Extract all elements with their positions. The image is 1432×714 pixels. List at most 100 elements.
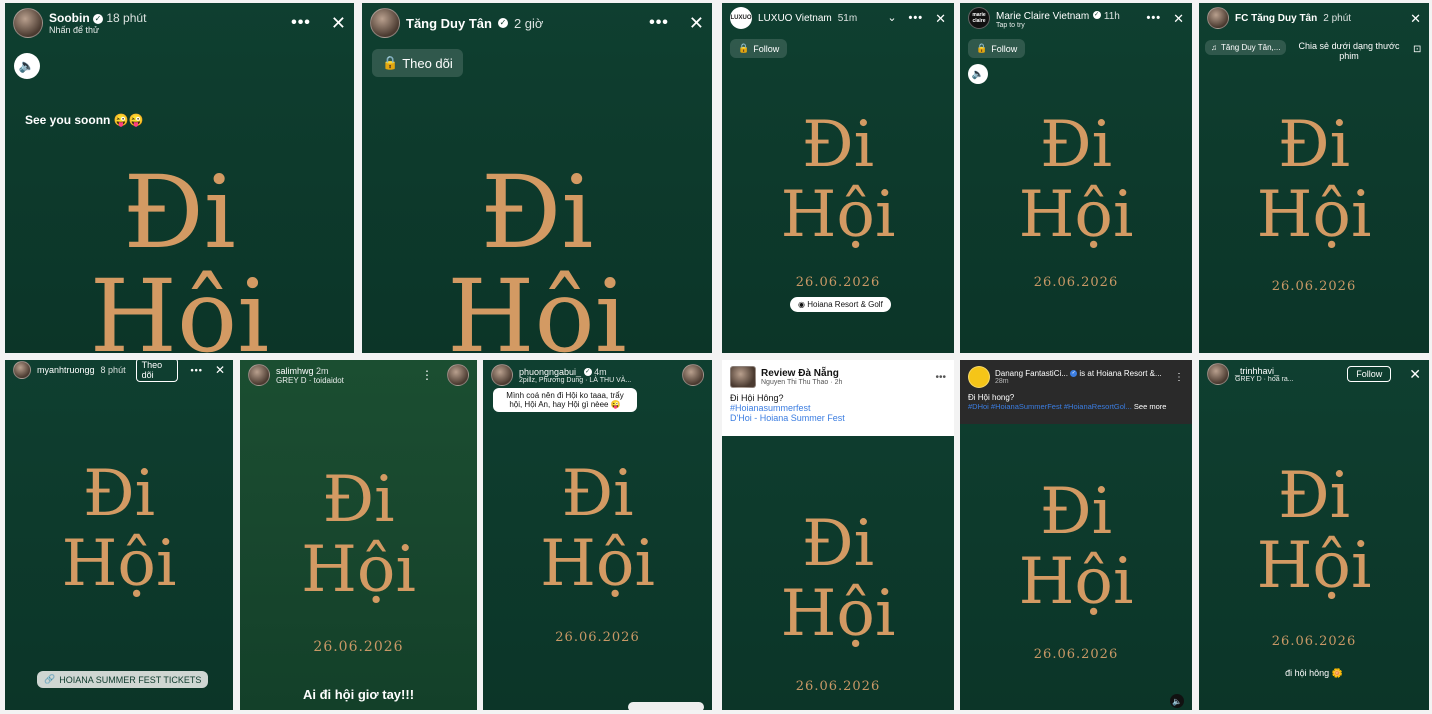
story-fc-tang-duy-tan[interactable]: FC Tăng Duy Tân 2 phút ✕ ♫ Tăng Duy Tân,.… xyxy=(1199,3,1429,353)
avatar[interactable] xyxy=(491,364,513,386)
sound-icon[interactable]: 🔈 xyxy=(968,64,988,84)
story-author[interactable]: _trinhhavi_ xyxy=(1235,366,1294,376)
ticket-link-sticker[interactable]: 🔗 HOIANA SUMMER FEST TICKETS xyxy=(37,671,209,688)
next-story-avatar[interactable] xyxy=(682,364,704,386)
story-luxuo[interactable]: LUXUO LUXUO Vietnam 51m ⌄ ••• ✕ 🔒 Follow … xyxy=(722,3,954,353)
more-icon[interactable]: ••• xyxy=(649,15,669,31)
story-soobin[interactable]: Soobin ✓ 18 phút Nhấn để thử ••• ✕ 🔈 See… xyxy=(5,3,354,353)
follow-button[interactable]: Follow xyxy=(1347,366,1392,382)
follow-label: Follow xyxy=(991,43,1018,54)
post-author[interactable]: Review Đà Nẵng xyxy=(761,368,842,379)
follow-button[interactable]: 🔒 Theo dõi xyxy=(372,49,463,77)
next-story-avatar[interactable] xyxy=(447,364,469,386)
chevron-down-icon[interactable]: ⌄ xyxy=(887,12,896,24)
post-link[interactable]: D'Hoi - Hoiana Summer Fest xyxy=(730,413,946,423)
story-marie-claire[interactable]: marie claire Marie Claire Vietnam ✓ 11h … xyxy=(960,3,1192,353)
event-date: 26.06.2026 xyxy=(1033,275,1119,290)
more-icon[interactable]: ••• xyxy=(935,372,946,383)
post-hashtags[interactable]: #DHoi #HoianaSummerFest #HoianaResortGol… xyxy=(968,402,1132,411)
story-time: 18 phút xyxy=(106,11,147,25)
story-author[interactable]: FC Tăng Duy Tân xyxy=(1235,13,1317,24)
title-line-2: Hội xyxy=(1018,178,1134,252)
event-date: 26.06.2026 xyxy=(555,630,640,645)
story-author[interactable]: phuongngabui_ xyxy=(519,367,581,377)
close-icon[interactable]: ✕ xyxy=(689,14,704,32)
avatar[interactable] xyxy=(1207,7,1229,29)
story-author[interactable]: salimhwg xyxy=(276,366,314,376)
avatar[interactable] xyxy=(13,8,43,38)
story-myanhtruongg[interactable]: myanhtruongg 8 phút Theo dõi ••• ✕ Đi Hộ… xyxy=(5,360,233,710)
story-author[interactable]: LUXUO Vietnam xyxy=(758,13,832,24)
post-sub-author[interactable]: Nguyen Thi Thu Thao xyxy=(761,379,828,386)
event-date: 26.06.2026 xyxy=(313,639,404,655)
see-more-link[interactable]: See more xyxy=(1134,402,1167,411)
post-text: Đi Hội hong? xyxy=(968,393,1015,402)
marie-claire-logo[interactable]: marie claire xyxy=(968,7,990,29)
story-salimhwg[interactable]: salimhwg 2m GREY D · toidaidot ⋮ Đi Hội … xyxy=(240,360,477,710)
close-icon[interactable]: ✕ xyxy=(1409,367,1421,381)
luxuo-logo[interactable]: LUXUO xyxy=(730,7,752,29)
event-title: Đi Hội xyxy=(5,462,233,596)
close-icon[interactable]: ✕ xyxy=(215,364,225,376)
more-icon[interactable]: ••• xyxy=(909,12,924,24)
verified-icon: ✓ xyxy=(1070,370,1078,378)
story-trinhhavi[interactable]: _trinhhavi_ GREY D · hoả ra... Follow ✕ … xyxy=(1199,360,1429,710)
reply-bar[interactable] xyxy=(628,702,704,710)
share-reel-label[interactable]: Chia sẻ dưới dạng thước phim xyxy=(1293,41,1405,61)
title-line-1: Đi xyxy=(1277,108,1351,182)
close-icon[interactable]: ✕ xyxy=(1173,12,1184,25)
fb-post-card[interactable]: Danang FantastiCi... ✓ is at Hoiana Reso… xyxy=(960,360,1192,424)
follow-button[interactable]: 🔒 Follow xyxy=(968,39,1026,58)
more-icon[interactable]: ⋮ xyxy=(1174,372,1184,383)
post-time: 2h xyxy=(834,379,843,386)
story-caption: đi hội hông 🌼 xyxy=(1285,668,1343,678)
music-chip[interactable]: ♫ Tăng Duy Tân,... xyxy=(1205,40,1287,55)
fb-post-card[interactable]: Review Đà Nẵng Nguyen Thi Thu Thao · 2h … xyxy=(722,360,954,436)
title-line-2: Hội xyxy=(447,258,627,354)
avatar[interactable] xyxy=(248,364,270,386)
story-review-da-nang[interactable]: Review Đà Nẵng Nguyen Thi Thu Thao · 2h … xyxy=(722,360,954,710)
event-title: Đi Hội xyxy=(240,468,477,602)
story-phuongngabui[interactable]: phuongngabui_ ✓ 4m 2pillz, Phương Dung ·… xyxy=(483,360,712,710)
music-label[interactable]: GREY D · toidaidot xyxy=(276,376,344,385)
story-danang-fantasticity[interactable]: Danang FantastiCi... ✓ is at Hoiana Reso… xyxy=(960,360,1192,710)
sound-icon[interactable]: 🔈 xyxy=(1170,694,1184,708)
story-author[interactable]: Tăng Duy Tân xyxy=(406,16,492,31)
story-author[interactable]: Soobin xyxy=(49,11,90,25)
more-icon[interactable]: ••• xyxy=(1147,12,1162,24)
event-title: Đi Hội xyxy=(5,163,354,354)
title-line-1: Đi xyxy=(801,108,875,182)
close-icon[interactable]: ✕ xyxy=(1410,12,1421,25)
more-vertical-icon[interactable]: ⋮ xyxy=(421,369,433,381)
story-author[interactable]: myanhtruongg xyxy=(37,365,95,375)
link-icon: 🔗 xyxy=(44,674,56,684)
try-effect-label[interactable]: Nhấn để thử xyxy=(49,25,146,35)
avatar[interactable] xyxy=(968,366,990,388)
try-effect-label[interactable]: Tap to try xyxy=(996,22,1120,29)
sound-icon[interactable]: 🔈 xyxy=(14,53,40,79)
music-label[interactable]: GREY D · hoả ra... xyxy=(1235,376,1294,383)
post-author[interactable]: Danang FantastiCi... xyxy=(995,369,1068,378)
more-icon[interactable]: ••• xyxy=(190,365,202,375)
follow-button[interactable]: Theo dõi xyxy=(135,360,179,382)
close-icon[interactable]: ✕ xyxy=(331,14,346,32)
avatar[interactable] xyxy=(1207,363,1229,385)
story-tang-duy-tan[interactable]: Tăng Duy Tân ✓ 2 giờ ••• ✕ 🔒 Theo dõi Đi … xyxy=(362,3,712,353)
more-icon[interactable]: ••• xyxy=(291,15,311,31)
post-hashtag[interactable]: #Hoianasummerfest xyxy=(730,403,946,413)
title-line-1: Đi xyxy=(1039,475,1113,549)
checkin-text[interactable]: is at Hoiana Resort &... xyxy=(1079,369,1161,378)
avatar[interactable] xyxy=(13,361,31,379)
location-sticker[interactable]: ◉ Hoiana Resort & Golf xyxy=(790,297,891,312)
avatar[interactable] xyxy=(370,8,400,38)
story-time: 4m xyxy=(594,366,607,377)
avatar[interactable] xyxy=(730,366,756,388)
title-line-2: Hội xyxy=(1018,545,1134,619)
link-label: HOIANA SUMMER FEST TICKETS xyxy=(59,674,202,685)
story-author[interactable]: Marie Claire Vietnam xyxy=(996,11,1089,22)
follow-button[interactable]: 🔒 Follow xyxy=(730,39,788,58)
close-icon[interactable]: ✕ xyxy=(935,12,946,25)
share-reel-icon[interactable]: ⊡ xyxy=(1413,45,1421,55)
title-line-2: Hội xyxy=(301,533,416,607)
music-label[interactable]: 2pillz, Phương Dung · LÀ THU VÀ... xyxy=(519,377,631,384)
